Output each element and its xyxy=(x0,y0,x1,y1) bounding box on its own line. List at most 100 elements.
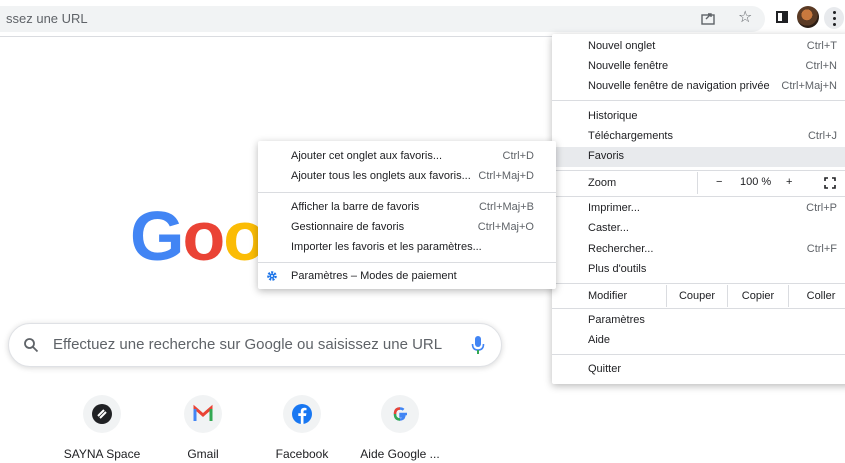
menu-item-exit[interactable]: Quitter xyxy=(552,360,845,380)
menu-item-label: Favoris xyxy=(588,150,625,162)
menu-item-find[interactable]: Rechercher... Ctrl+F xyxy=(552,240,845,260)
kebab-dot-icon xyxy=(833,11,836,14)
fullscreen-icon[interactable] xyxy=(824,177,836,189)
address-bar-text[interactable]: ssez une URL xyxy=(6,11,88,26)
kebab-dot-icon xyxy=(833,17,836,20)
submenu-item-payment-methods[interactable]: Paramètres – Modes de paiement xyxy=(258,267,556,287)
menu-item-label: Plus d'outils xyxy=(588,263,647,275)
chrome-menu-button[interactable] xyxy=(824,7,844,29)
shortcut-label: Aide Google ... xyxy=(360,447,440,461)
menu-item-print[interactable]: Imprimer... Ctrl+P xyxy=(552,199,845,219)
submenu-item-shortcut: Ctrl+Maj+O xyxy=(477,221,534,233)
submenu-item-bookmark-manager[interactable]: Gestionnaire de favoris Ctrl+Maj+O xyxy=(258,218,556,238)
submenu-item-label: Importer les favoris et les paramètres..… xyxy=(291,241,482,253)
edit-row: Modifier Couper Copier Coller xyxy=(552,285,845,307)
menu-item-shortcut: Ctrl+P xyxy=(806,202,837,214)
microphone-icon[interactable] xyxy=(471,335,485,355)
menu-item-bookmarks[interactable]: Favoris xyxy=(552,147,845,167)
chrome-main-menu: Nouvel onglet Ctrl+T Nouvelle fenêtre Ct… xyxy=(552,34,845,384)
browser-toolbar: ssez une URL ☆ xyxy=(0,0,845,37)
facebook-icon xyxy=(283,395,321,433)
menu-item-help[interactable]: Aide xyxy=(552,331,845,351)
gmail-icon xyxy=(184,395,222,433)
side-panel-icon[interactable] xyxy=(776,11,788,23)
zoom-row: Zoom − 100 % + xyxy=(552,172,845,194)
menu-item-label: Aide xyxy=(588,334,611,346)
submenu-item-label: Gestionnaire de favoris xyxy=(291,221,405,233)
gear-icon xyxy=(267,271,277,281)
menu-item-downloads[interactable]: Téléchargements Ctrl+J xyxy=(552,127,845,147)
kebab-dot-icon xyxy=(833,23,836,26)
shortcut-sayna-space[interactable]: SAYNA Space xyxy=(56,395,148,461)
menu-separator xyxy=(552,308,845,309)
submenu-item-label: Paramètres – Modes de paiement xyxy=(291,270,457,282)
submenu-item-label: Afficher la barre de favoris xyxy=(291,201,420,213)
shortcut-label: Facebook xyxy=(275,447,329,461)
shortcut-label: Gmail xyxy=(187,447,219,461)
paste-button[interactable]: Coller xyxy=(788,285,845,307)
menu-separator xyxy=(552,354,845,355)
shortcut-label: SAYNA Space xyxy=(63,447,141,461)
menu-item-label: Caster... xyxy=(588,222,629,234)
search-box[interactable]: Effectuez une recherche sur Google ou sa… xyxy=(8,323,502,367)
menu-item-label: Nouvel onglet xyxy=(588,40,656,52)
menu-item-shortcut: Ctrl+T xyxy=(806,40,837,52)
zoom-label: Zoom xyxy=(588,177,617,189)
shortcut-gmail[interactable]: Gmail xyxy=(157,395,249,461)
bookmark-star-icon[interactable]: ☆ xyxy=(738,9,752,27)
menu-item-new-window[interactable]: Nouvelle fenêtre Ctrl+N xyxy=(552,57,845,77)
submenu-item-bookmark-this-tab[interactable]: Ajouter cet onglet aux favoris... Ctrl+D xyxy=(258,147,556,167)
bookmarks-submenu: Ajouter cet onglet aux favoris... Ctrl+D… xyxy=(258,141,556,289)
submenu-item-bookmark-all-tabs[interactable]: Ajouter tous les onglets aux favoris... … xyxy=(258,167,556,187)
shortcut-aide-google[interactable]: Aide Google ... xyxy=(354,395,446,461)
menu-item-shortcut: Ctrl+F xyxy=(806,243,837,255)
submenu-item-show-bookmarks-bar[interactable]: Afficher la barre de favoris Ctrl+Maj+B xyxy=(258,198,556,218)
google-g-icon xyxy=(381,395,419,433)
menu-item-shortcut: Ctrl+J xyxy=(807,130,837,142)
menu-separator xyxy=(552,100,845,101)
zoom-controls: − 100 % + xyxy=(697,172,845,194)
sayna-space-icon xyxy=(83,395,121,433)
zoom-in-button[interactable]: + xyxy=(786,176,792,188)
submenu-separator xyxy=(258,192,556,193)
menu-item-more-tools[interactable]: Plus d'outils xyxy=(552,260,845,280)
menu-item-label: Rechercher... xyxy=(588,243,654,255)
menu-item-settings[interactable]: Paramètres xyxy=(552,311,845,331)
submenu-separator xyxy=(258,262,556,263)
menu-item-label: Nouvelle fenêtre xyxy=(588,60,669,72)
submenu-item-shortcut: Ctrl+Maj+D xyxy=(478,170,534,182)
logo-letter: G xyxy=(130,197,184,275)
menu-item-history[interactable]: Historique xyxy=(552,107,845,127)
menu-item-label: Imprimer... xyxy=(588,202,640,214)
share-icon[interactable] xyxy=(700,10,716,26)
zoom-out-button[interactable]: − xyxy=(716,176,722,188)
edit-label: Modifier xyxy=(588,290,628,302)
logo-letter: o xyxy=(182,197,225,275)
menu-separator xyxy=(552,196,845,197)
menu-item-label: Paramètres xyxy=(588,314,645,326)
menu-item-shortcut: Ctrl+Maj+N xyxy=(781,80,837,92)
address-bar[interactable]: ssez une URL ☆ xyxy=(0,6,765,32)
menu-separator xyxy=(552,170,845,171)
copy-button[interactable]: Copier xyxy=(727,285,788,307)
menu-item-new-incognito-window[interactable]: Nouvelle fenêtre de navigation privée Ct… xyxy=(552,77,845,97)
menu-item-new-tab[interactable]: Nouvel onglet Ctrl+T xyxy=(552,37,845,57)
menu-separator xyxy=(552,283,845,284)
submenu-item-shortcut: Ctrl+Maj+B xyxy=(478,201,534,213)
menu-item-label: Historique xyxy=(588,110,638,122)
submenu-item-import-bookmarks[interactable]: Importer les favoris et les paramètres..… xyxy=(258,238,556,258)
submenu-item-label: Ajouter cet onglet aux favoris... xyxy=(291,150,443,162)
search-icon xyxy=(24,338,39,353)
menu-item-label: Nouvelle fenêtre de navigation privée xyxy=(588,80,770,92)
menu-item-cast[interactable]: Caster... xyxy=(552,219,845,239)
cut-button[interactable]: Couper xyxy=(666,285,727,307)
menu-item-label: Téléchargements xyxy=(588,130,673,142)
profile-avatar[interactable] xyxy=(797,6,819,28)
menu-item-shortcut: Ctrl+N xyxy=(805,60,837,72)
submenu-item-label: Ajouter tous les onglets aux favoris... xyxy=(291,170,471,182)
shortcut-facebook[interactable]: Facebook xyxy=(256,395,348,461)
zoom-level: 100 % xyxy=(740,176,772,188)
menu-item-label: Quitter xyxy=(588,363,622,375)
search-input[interactable]: Effectuez une recherche sur Google ou sa… xyxy=(53,336,442,353)
submenu-item-shortcut: Ctrl+D xyxy=(502,150,534,162)
